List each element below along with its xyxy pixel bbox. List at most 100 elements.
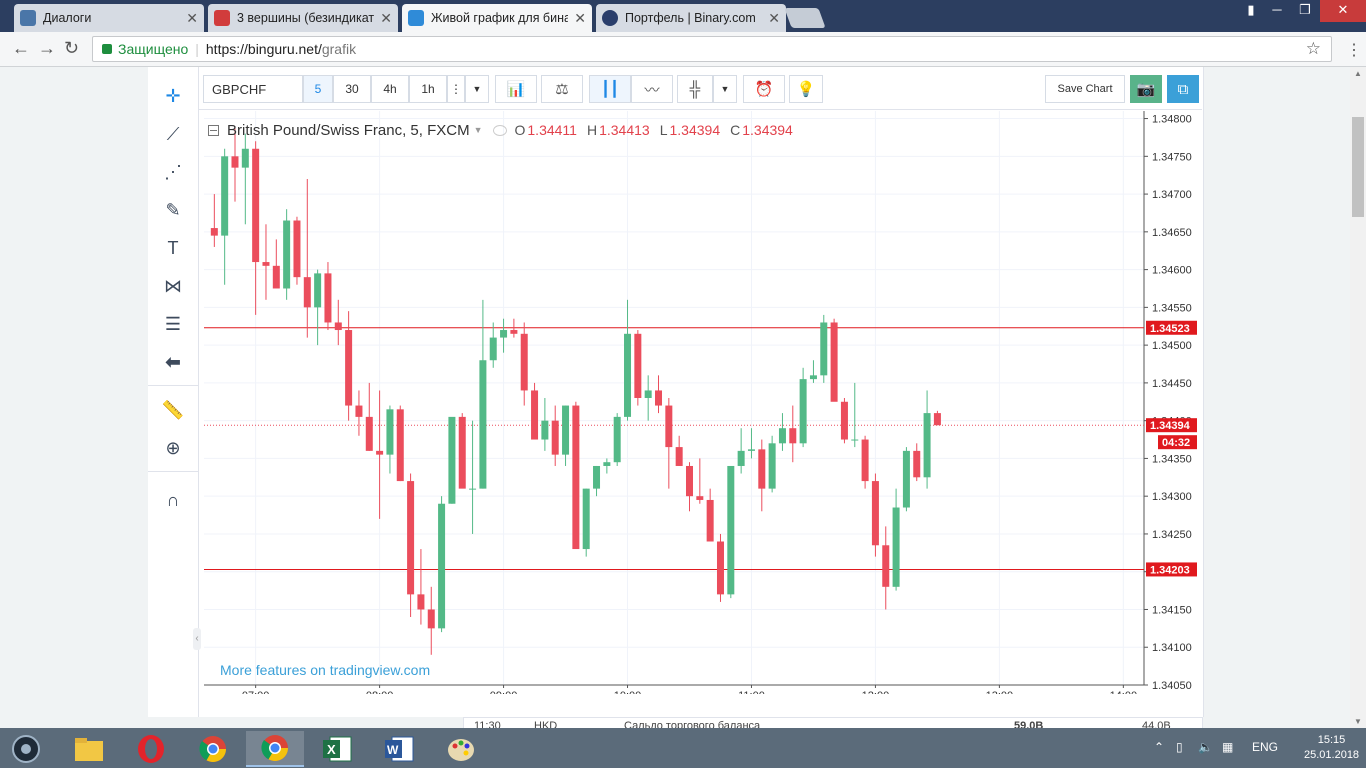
close-label: C (730, 122, 741, 138)
open-label: O (514, 122, 526, 138)
scrollbar-thumb[interactable] (1352, 117, 1364, 217)
camera-icon[interactable]: 📷 (1130, 75, 1162, 103)
indicators-button[interactable]: 📊 (495, 75, 537, 103)
binary-com-icon (602, 10, 618, 26)
candle-body (520, 333, 528, 391)
browser-tab-portfolio[interactable]: Портфель | Binary.com ✕ (596, 4, 786, 32)
magnet-icon[interactable]: ∩ (158, 485, 188, 515)
taskbar-explorer[interactable] (60, 731, 118, 767)
symbol-search-input[interactable]: GBPCHF (203, 75, 303, 103)
candle-body (396, 409, 404, 482)
lock-icon (102, 44, 112, 54)
tradingview-link[interactable]: More features on tradingview.com (220, 662, 430, 678)
scroll-down-icon[interactable]: ▼ (1354, 717, 1362, 726)
candle-body (241, 148, 249, 168)
save-chart-button[interactable]: Save Chart (1045, 75, 1125, 103)
visibility-icon[interactable] (492, 124, 507, 136)
pattern-icon[interactable]: ⋈ (158, 271, 188, 301)
time-tick-label: 09:00 (490, 690, 518, 694)
taskbar-excel[interactable]: X (308, 731, 366, 767)
taskbar-opera[interactable] (122, 731, 180, 767)
windows-taskbar: X W ⌃ ▯ 🔈 ▦ ENG 15:15 25.01.2018 (0, 728, 1366, 768)
start-aperture-icon (12, 735, 40, 763)
browser-tab-dialogs[interactable]: Диалоги ✕ (14, 4, 204, 32)
battery-icon[interactable]: ▯ (1176, 740, 1183, 754)
browser-tab-live-chart[interactable]: Живой график для бина ✕ (402, 4, 592, 32)
bars-icon: ╬ (689, 80, 701, 98)
address-bar: ← → ↻ Защищено | https://binguru.net/gra… (0, 32, 1366, 67)
scroll-up-icon[interactable]: ▲ (1354, 69, 1362, 78)
url-input[interactable]: Защищено | https://binguru.net/grafik ☆ (92, 36, 1332, 62)
taskbar-word[interactable]: W (370, 731, 428, 767)
series-title: British Pound/Swiss Franc, 5, FXCM (227, 121, 470, 139)
bars-chart-button[interactable]: ╬ (677, 75, 713, 103)
resolution-5-button[interactable]: 5 (303, 75, 333, 103)
close-tab-icon[interactable]: ✕ (380, 10, 392, 27)
price-chart[interactable]: 1.34800 1.34750 1.34700 1.34650 1.34600 1.345… (204, 111, 1199, 694)
minimize-window-icon[interactable]: ─ (1262, 0, 1292, 22)
trend-line-icon[interactable]: ⟋ (158, 119, 188, 149)
candle-body (789, 428, 797, 444)
candle-body (613, 416, 621, 463)
series-menu-icon[interactable]: ▼ (474, 125, 483, 135)
close-tab-icon[interactable]: ✕ (574, 10, 586, 27)
close-window-icon[interactable]: ✕ (1320, 0, 1366, 22)
start-button[interactable] (0, 731, 52, 767)
brush-icon[interactable]: ✎ (158, 195, 188, 225)
candle-body (758, 449, 766, 489)
network-icon[interactable]: ▦ (1222, 740, 1233, 754)
zoom-icon[interactable]: ⊕ (158, 433, 188, 463)
resolution-1h-button[interactable]: 1h (409, 75, 447, 103)
candle-body (799, 379, 807, 444)
prediction-icon[interactable]: ☰ (158, 309, 188, 339)
area-chart-button[interactable]: 〰 (631, 75, 673, 103)
more-resolutions-icon[interactable]: ⋮ (447, 75, 465, 103)
browser-menu-icon[interactable]: ⋮ (1346, 40, 1362, 60)
collapse-legend-icon[interactable] (208, 124, 219, 136)
text-tool-icon[interactable]: T (158, 233, 188, 263)
candle-body (469, 488, 477, 490)
candle-body (747, 449, 755, 451)
candles-button[interactable]: ┃┃ (589, 75, 631, 103)
close-tab-icon[interactable]: ✕ (186, 10, 198, 27)
volume-icon[interactable]: 🔈 (1198, 740, 1213, 754)
taskbar-clock[interactable]: 15:15 25.01.2018 (1304, 733, 1359, 763)
compare-button[interactable]: ⚖ (541, 75, 583, 103)
restore-window-icon[interactable]: ❐ (1290, 0, 1320, 22)
tray-expand-icon[interactable]: ⌃ (1154, 740, 1164, 754)
chart-type-dropdown-icon[interactable]: ▼ (713, 75, 737, 103)
excel-icon: X (323, 736, 352, 762)
collapse-panel-icon[interactable]: ‹ (193, 628, 201, 650)
crosshair-icon[interactable]: ✛ (158, 81, 188, 111)
candle-body (830, 322, 838, 402)
ideas-button[interactable]: 💡 (789, 75, 823, 103)
reload-icon[interactable]: ↻ (64, 38, 79, 59)
taskbar-paint[interactable] (432, 731, 490, 767)
close-value: 1.34394 (742, 122, 793, 138)
resolution-30-button[interactable]: 30 (333, 75, 371, 103)
resolution-4h-button[interactable]: 4h (371, 75, 409, 103)
taskbar-chrome-active[interactable] (246, 731, 304, 767)
forward-icon[interactable]: → (38, 38, 56, 59)
browser-tab-three-peaks[interactable]: 3 вершины (безиндикат ✕ (208, 4, 398, 32)
taskbar-chrome[interactable] (184, 731, 242, 767)
forex-site-icon (214, 10, 230, 26)
price-tick-label: 1.34450 (1152, 378, 1192, 390)
back-arrow-icon[interactable]: ⬅ (158, 347, 188, 377)
price-tick-label: 1.34700 (1152, 189, 1192, 201)
opera-icon (138, 735, 164, 763)
new-tab-button[interactable] (784, 8, 826, 28)
bookmark-star-icon[interactable]: ☆ (1306, 39, 1321, 59)
input-language[interactable]: ENG (1252, 740, 1278, 754)
resolution-dropdown-icon[interactable]: ▼ (465, 75, 489, 103)
candle-body (510, 330, 518, 334)
popout-icon[interactable]: ⧉ (1167, 75, 1199, 103)
candle-body (551, 420, 559, 455)
ruler-icon[interactable]: 📏 (158, 395, 188, 425)
alert-button[interactable]: ⏰ (743, 75, 785, 103)
close-tab-icon[interactable]: ✕ (768, 10, 780, 27)
svg-text:X: X (327, 742, 336, 757)
fib-channel-icon[interactable]: ⋰ (158, 157, 188, 187)
page-scrollbar[interactable]: ▲ ▼ (1350, 67, 1366, 728)
back-icon[interactable]: ← (12, 38, 30, 59)
